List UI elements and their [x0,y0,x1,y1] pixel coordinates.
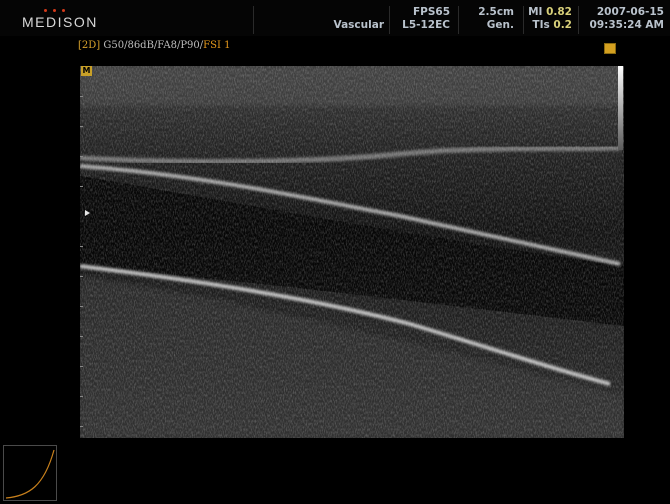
time-readout: 09:35:24 AM [589,19,664,31]
depth-tick [80,186,83,187]
depth-tick [80,306,83,307]
depth-tick [80,156,83,157]
orientation-marker: M [81,66,92,76]
ultrasound-scan-render [80,66,624,438]
fps-readout: FPS65 [412,6,450,18]
tis-value: 0.2 [553,19,572,31]
header-divider [523,6,524,34]
header-divider [458,6,459,34]
mi-value: 0.82 [546,6,572,18]
depth-tick [80,426,83,427]
depth-tick [80,396,83,397]
probe-readout: L5-12EC [402,19,450,31]
header-divider [389,6,390,34]
gamma-curve-display [3,445,57,501]
header-bar: MEDISON Vascular FPS65 L5-12EC 2.5cm Gen… [0,0,670,36]
fsi-indicator: FSI 1 [203,40,231,51]
header-divider [578,6,579,34]
mi-label: MI [528,6,543,18]
depth-tick [80,366,83,367]
depth-readout: 2.5cm [478,6,514,18]
gain-params: G50/86dB/FA8/P90/ [103,40,204,51]
gray-scale-bar [618,66,623,150]
ultrasound-image [80,66,624,438]
brand-dots-icon [44,9,65,12]
depth-tick [80,246,83,247]
mode-tag: [2D] [78,40,101,51]
date-readout: 2007-06-15 [596,6,664,18]
freeze-status-icon [604,43,616,54]
depth-tick [80,276,83,277]
header-divider [253,6,254,34]
depth-tick [80,96,83,97]
gamma-curve-icon [5,449,55,499]
imaging-parameters: [2D] G50/86dB/FA8/P90/FSI 1 [78,40,230,51]
tis-label: TIs [532,19,550,31]
brand-logo: MEDISON [22,14,98,30]
application-label: Vascular [333,19,384,31]
mode-readout: Gen. [486,19,514,31]
depth-tick [80,336,83,337]
focus-marker-icon[interactable] [85,210,90,216]
depth-tick [80,126,83,127]
